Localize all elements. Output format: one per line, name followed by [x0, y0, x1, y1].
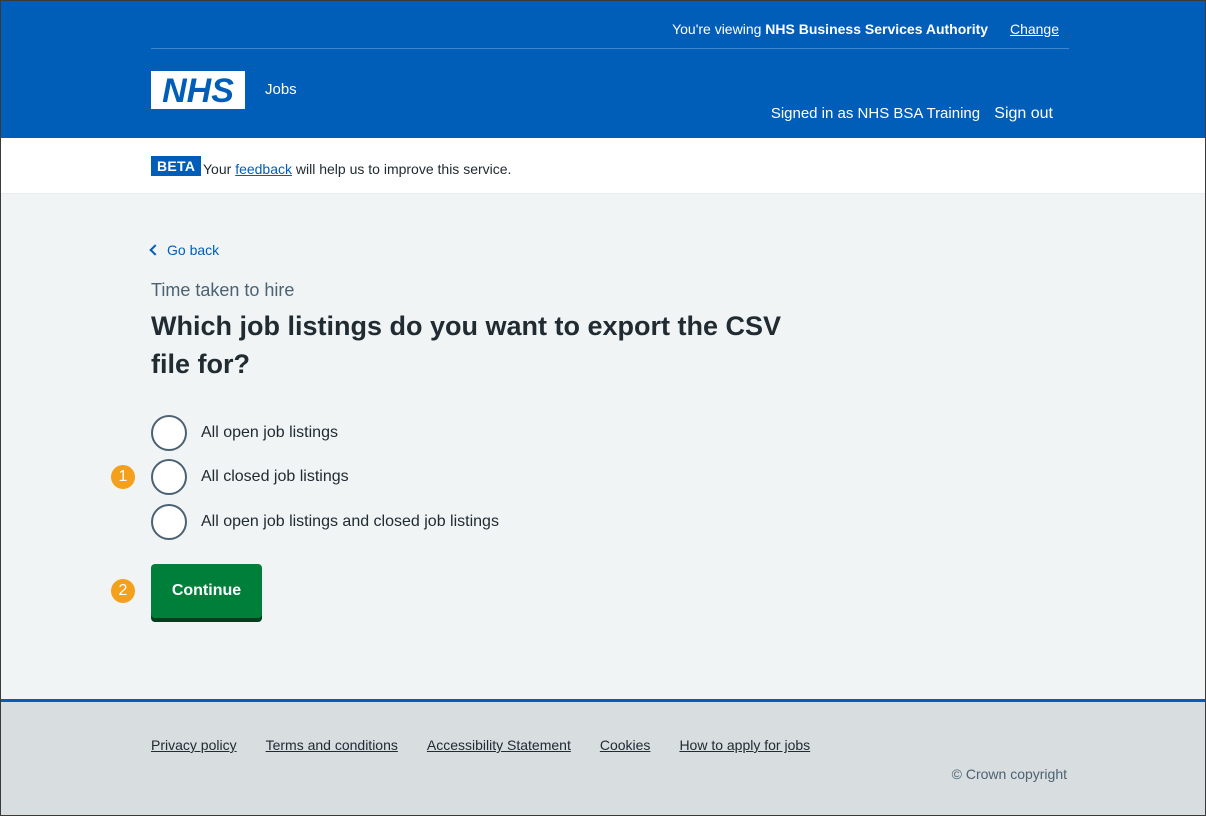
- beta-message: Your feedback will help us to improve th…: [203, 161, 511, 177]
- radio-button[interactable]: [151, 459, 187, 495]
- footer-link-terms[interactable]: Terms and conditions: [266, 737, 398, 753]
- go-back-label: Go back: [167, 242, 220, 258]
- radio-label[interactable]: All open job listings: [201, 424, 338, 442]
- radio-label[interactable]: All closed job listings: [201, 468, 349, 486]
- beta-tag: BETA: [151, 156, 202, 176]
- account-navigation: Signed in as NHS BSA Training Sign out: [771, 105, 1053, 123]
- radio-option-closed[interactable]: All closed job listings: [151, 459, 349, 495]
- radio-button[interactable]: [151, 504, 187, 540]
- copyright: © Crown copyright: [951, 766, 1067, 782]
- beta-text-before: Your: [203, 161, 232, 177]
- nhs-logo-icon: NHS: [162, 73, 234, 107]
- page-frame: You're viewing NHS Business Services Aut…: [0, 0, 1206, 816]
- go-back-link[interactable]: Go back: [149, 242, 220, 258]
- viewing-organisation: You're viewing NHS Business Services Aut…: [672, 21, 1059, 37]
- beta-text-after: will help us to improve this service.: [295, 161, 512, 177]
- page-title: Which job listings do you want to export…: [151, 311, 782, 379]
- radio-option-open-and-closed[interactable]: All open job listings and closed job lis…: [151, 504, 499, 540]
- continue-button[interactable]: Continue: [151, 564, 262, 618]
- site-header: You're viewing NHS Business Services Aut…: [1, 1, 1205, 138]
- sign-out-link[interactable]: Sign out: [994, 105, 1053, 122]
- service-name[interactable]: Jobs: [265, 81, 297, 98]
- svg-text:NHS: NHS: [162, 73, 234, 107]
- site-footer: [1, 699, 1205, 815]
- organisation-bar: You're viewing NHS Business Services Aut…: [151, 1, 1069, 49]
- viewing-prefix: You're viewing: [672, 21, 762, 37]
- footer-link-privacy-policy[interactable]: Privacy policy: [151, 737, 237, 753]
- chevron-left-icon: [149, 244, 161, 256]
- organisation-name: NHS Business Services Authority: [765, 21, 989, 37]
- page-caption: Time taken to hire: [151, 280, 295, 300]
- step-marker-2: 2: [111, 579, 135, 603]
- change-organisation-link[interactable]: Change: [1010, 21, 1059, 37]
- radio-option-open[interactable]: All open job listings: [151, 415, 338, 451]
- radio-button[interactable]: [151, 415, 187, 451]
- footer-link-how-to-apply[interactable]: How to apply for jobs: [679, 737, 810, 753]
- nhs-logo[interactable]: NHS: [151, 71, 245, 109]
- radio-label[interactable]: All open job listings and closed job lis…: [201, 513, 499, 531]
- footer-links: Privacy policy Terms and conditions Acce…: [151, 737, 839, 753]
- step-marker-1: 1: [111, 465, 135, 489]
- feedback-link[interactable]: feedback: [235, 161, 292, 177]
- footer-link-cookies[interactable]: Cookies: [600, 737, 651, 753]
- signed-in-text: Signed in as NHS BSA Training: [770, 105, 981, 122]
- footer-link-accessibility[interactable]: Accessibility Statement: [427, 737, 571, 753]
